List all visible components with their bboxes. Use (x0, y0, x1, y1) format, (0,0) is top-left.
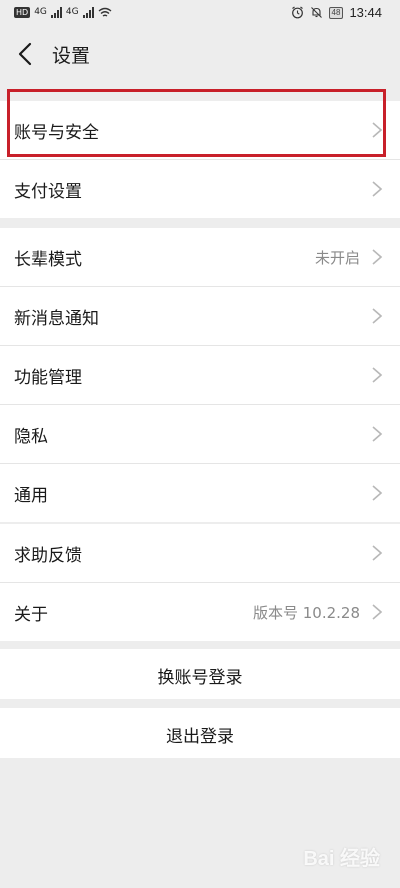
row-label: 功能管理 (14, 368, 82, 388)
clock: 13:44 (349, 5, 382, 20)
switch-account-button[interactable]: 换账号登录 (0, 649, 400, 699)
row-label: 长辈模式 (14, 250, 82, 270)
back-arrow-icon (18, 42, 32, 66)
settings-group-general: 长辈模式 未开启 新消息通知 功能管理 隐私 通用 (0, 228, 400, 522)
switch-account-label: 换账号登录 (157, 668, 243, 688)
row-label: 新消息通知 (14, 309, 99, 329)
row-payment-settings[interactable]: 支付设置 (0, 160, 400, 218)
signal-2-label: 4G (65, 7, 79, 17)
row-value: 未开启 (314, 249, 360, 267)
settings-group-account: 账号与安全 支付设置 (0, 101, 400, 218)
row-feature-management[interactable]: 功能管理 (0, 346, 400, 405)
nav-bar: 设置 (0, 28, 400, 80)
version-value: 版本号 10.2.28 (252, 604, 360, 622)
logout-label: 退出登录 (166, 727, 234, 747)
wifi-icon (98, 7, 112, 17)
chevron-right-icon (372, 485, 383, 501)
row-label: 通用 (14, 486, 48, 506)
signal-1-label: 4G (34, 7, 47, 17)
settings-group-help: 求助反馈 关于 版本号 10.2.28 (0, 524, 400, 641)
page-title: 设置 (52, 45, 91, 67)
row-label: 关于 (14, 605, 48, 625)
signal-icon (82, 6, 94, 18)
row-account-security[interactable]: 账号与安全 (0, 101, 400, 160)
chevron-right-icon (372, 181, 383, 197)
row-label: 账号与安全 (14, 123, 99, 143)
row-elder-mode[interactable]: 长辈模式 未开启 (0, 228, 400, 287)
alarm-icon (291, 6, 303, 19)
row-privacy[interactable]: 隐私 (0, 405, 400, 464)
status-bar: HD 4G 4G 48 13:44 (0, 0, 400, 28)
row-general[interactable]: 通用 (0, 464, 400, 522)
row-label: 求助反馈 (14, 546, 82, 566)
chevron-right-icon (372, 308, 383, 324)
mute-bell-icon (310, 7, 322, 18)
hd-badge: HD (14, 6, 31, 18)
battery-icon: 48 (328, 6, 344, 19)
chevron-right-icon (372, 249, 383, 265)
chevron-right-icon (372, 545, 383, 561)
row-about[interactable]: 关于 版本号 10.2.28 (0, 583, 400, 641)
back-button[interactable] (12, 40, 40, 68)
row-help-feedback[interactable]: 求助反馈 (0, 524, 400, 583)
chevron-right-icon (372, 122, 383, 138)
chevron-right-icon (372, 426, 383, 442)
signal-icon (50, 6, 62, 18)
status-bar-left: HD 4G 4G (14, 6, 112, 18)
row-label: 隐私 (14, 427, 48, 447)
watermark-logo: Bai 经验 (303, 848, 380, 870)
logout-button[interactable]: 退出登录 (0, 708, 400, 758)
row-notifications[interactable]: 新消息通知 (0, 287, 400, 346)
row-label: 支付设置 (14, 182, 82, 202)
status-bar-right: 48 13:44 (291, 5, 382, 20)
chevron-right-icon (372, 604, 383, 620)
chevron-right-icon (372, 367, 383, 383)
